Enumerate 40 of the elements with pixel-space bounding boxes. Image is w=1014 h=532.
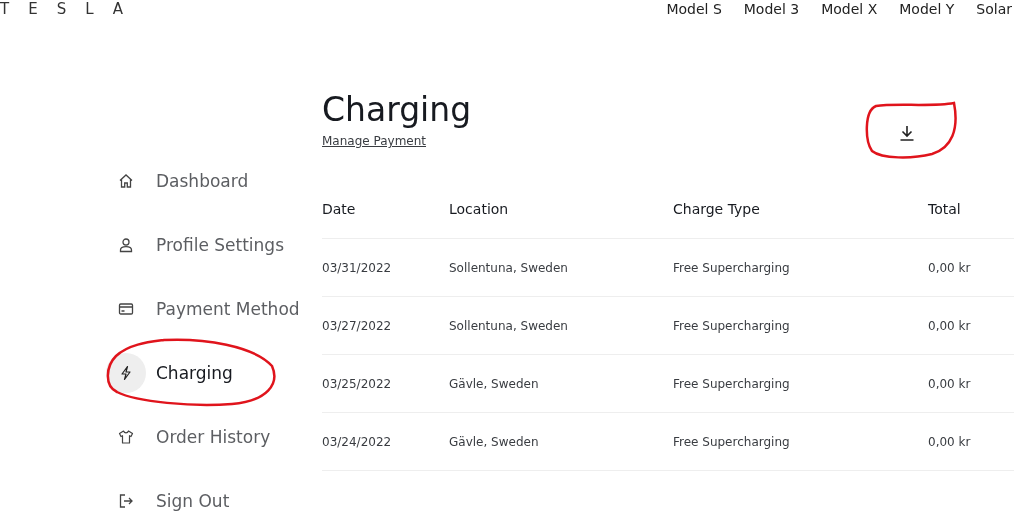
sidebar-item[interactable]: Order History xyxy=(106,417,316,457)
table-cell: Gävle, Sweden xyxy=(449,412,673,471)
nav-link[interactable]: Model Y xyxy=(899,0,955,18)
nav-link[interactable]: Model S xyxy=(666,0,722,18)
sidebar-item[interactable]: Profile Settings xyxy=(106,225,316,265)
column-header: Date xyxy=(322,180,449,239)
shirt-icon xyxy=(118,429,134,445)
table-cell: Free Supercharging xyxy=(673,412,928,471)
person-icon xyxy=(118,237,134,253)
download-icon xyxy=(898,124,916,142)
table-cell: Free Supercharging xyxy=(673,238,928,297)
sidebar-item[interactable]: Dashboard xyxy=(106,161,316,201)
table-cell: 0,00 kr xyxy=(928,296,1014,355)
nav-link[interactable]: Model X xyxy=(821,0,878,18)
table-cell: Free Supercharging xyxy=(673,296,928,355)
table-cell: 03/25/2022 xyxy=(322,354,449,413)
table-cell: 0,00 kr xyxy=(928,238,1014,297)
column-header: Charge Type xyxy=(673,180,928,239)
nav-link[interactable]: Solar xyxy=(976,0,1012,18)
page-title: Charging xyxy=(322,90,472,130)
table-cell: 03/31/2022 xyxy=(322,238,449,297)
column-header: Location xyxy=(449,180,673,239)
table-cell: Free Supercharging xyxy=(673,354,928,413)
sidebar-item[interactable]: Sign Out xyxy=(106,481,316,521)
sidebar-item[interactable]: Charging xyxy=(106,353,316,393)
table-cell: Gävle, Sweden xyxy=(449,354,673,413)
column-header: Total xyxy=(928,180,1014,239)
home-icon xyxy=(118,173,134,189)
table-cell: 0,00 kr xyxy=(928,412,1014,471)
card-icon xyxy=(118,301,134,317)
table-cell: 03/24/2022 xyxy=(322,412,449,471)
table-cell: Sollentuna, Sweden xyxy=(449,238,673,297)
sidebar-item[interactable]: Payment Method xyxy=(106,289,316,329)
table-cell: 0,00 kr xyxy=(928,354,1014,413)
tesla-logo[interactable]: TESLA xyxy=(0,1,143,17)
sign-out-icon xyxy=(118,493,134,509)
manage-payment-link[interactable]: Manage Payment xyxy=(322,134,426,148)
table-cell: 03/27/2022 xyxy=(322,296,449,355)
table-cell: Sollentuna, Sweden xyxy=(449,296,673,355)
nav-link[interactable]: Model 3 xyxy=(743,0,800,18)
